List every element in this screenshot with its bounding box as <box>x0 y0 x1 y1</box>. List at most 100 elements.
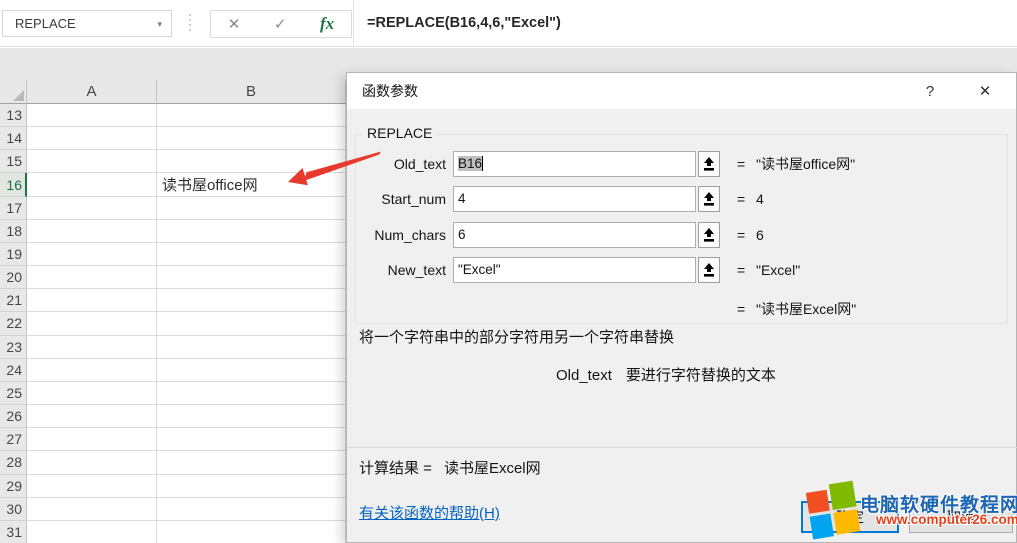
cell-B20[interactable] <box>157 266 346 289</box>
row-header-31[interactable]: 31 <box>0 521 27 543</box>
insert-function-icon[interactable]: fx <box>320 14 334 34</box>
sheet-row-26: 26 <box>0 405 346 428</box>
cancel-entry-icon[interactable]: ✕ <box>228 15 241 33</box>
cell-B19[interactable] <box>157 243 346 266</box>
row-header-14[interactable]: 14 <box>0 127 27 150</box>
start-num-range-picker-button[interactable] <box>698 186 720 212</box>
formula-result: "读书屋Excel网" <box>756 296 856 322</box>
collapse-dialog-icon <box>703 157 715 172</box>
cell-A31[interactable] <box>27 521 157 543</box>
row-header-28[interactable]: 28 <box>0 451 27 474</box>
text-cursor <box>482 156 483 171</box>
cell-A13[interactable] <box>27 104 157 127</box>
cell-B25[interactable] <box>157 382 346 405</box>
cell-A25[interactable] <box>27 382 157 405</box>
chevron-down-icon[interactable]: ▾ <box>157 20 162 29</box>
formula-bar-drag-handle[interactable] <box>189 14 191 31</box>
row-header-19[interactable]: 19 <box>0 243 27 266</box>
cell-A28[interactable] <box>27 451 157 474</box>
old-text-value: B16 <box>458 156 482 171</box>
cell-A23[interactable] <box>27 336 157 359</box>
parameter-name: Old_text <box>556 367 612 384</box>
cell-B13[interactable] <box>157 104 346 127</box>
cell-B28[interactable] <box>157 451 346 474</box>
row-header-26[interactable]: 26 <box>0 405 27 428</box>
cell-B17[interactable] <box>157 197 346 220</box>
cell-B29[interactable] <box>157 475 346 498</box>
column-header-A[interactable]: A <box>27 80 157 104</box>
red-arrow-annotation <box>283 146 383 192</box>
row-header-27[interactable]: 27 <box>0 428 27 451</box>
row-header-21[interactable]: 21 <box>0 289 27 312</box>
cell-A22[interactable] <box>27 312 157 335</box>
column-headers: A B <box>0 80 346 104</box>
dialog-separator <box>347 447 1017 448</box>
sheet-row-31: 31 <box>0 521 346 543</box>
collapse-dialog-icon <box>703 228 715 243</box>
equals-sign: = <box>737 222 751 248</box>
cell-B30[interactable] <box>157 498 346 521</box>
sheet-row-27: 27 <box>0 428 346 451</box>
cell-A18[interactable] <box>27 220 157 243</box>
row-header-17[interactable]: 17 <box>0 197 27 220</box>
cell-A20[interactable] <box>27 266 157 289</box>
start-num-result: 4 <box>756 186 764 212</box>
cell-A26[interactable] <box>27 405 157 428</box>
dialog-close-icon[interactable]: ✕ <box>971 79 999 103</box>
cancel-button[interactable]: 取消 <box>909 501 1013 533</box>
cell-B22[interactable] <box>157 312 346 335</box>
function-description: 将一个字符串中的部分字符用另一个字符串替换 <box>359 326 674 347</box>
cell-A27[interactable] <box>27 428 157 451</box>
cell-A30[interactable] <box>27 498 157 521</box>
dialog-help-icon[interactable]: ? <box>917 79 943 103</box>
row-header-16[interactable]: 16 <box>0 173 27 196</box>
cell-A19[interactable] <box>27 243 157 266</box>
select-all-corner[interactable] <box>0 80 27 104</box>
sheet-row-28: 28 <box>0 451 346 474</box>
row-header-24[interactable]: 24 <box>0 359 27 382</box>
row-header-30[interactable]: 30 <box>0 498 27 521</box>
new-text-label: New_text <box>353 257 446 283</box>
new-text-input[interactable]: "Excel" <box>453 257 696 283</box>
old-text-input[interactable]: B16 <box>453 151 696 177</box>
ok-button[interactable]: 确定 <box>801 501 899 533</box>
sheet-row-13: 13 <box>0 104 346 127</box>
cell-A21[interactable] <box>27 289 157 312</box>
parameter-help-text: 要进行字符替换的文本 <box>626 367 776 384</box>
num-chars-range-picker-button[interactable] <box>698 222 720 248</box>
cell-B27[interactable] <box>157 428 346 451</box>
num-chars-input[interactable]: 6 <box>453 222 696 248</box>
enter-entry-icon[interactable]: ✓ <box>274 15 287 33</box>
num-chars-result: 6 <box>756 222 764 248</box>
cell-B23[interactable] <box>157 336 346 359</box>
cell-B18[interactable] <box>157 220 346 243</box>
column-header-B[interactable]: B <box>157 80 346 104</box>
new-text-range-picker-button[interactable] <box>698 257 720 283</box>
cell-A15[interactable] <box>27 150 157 173</box>
cell-B21[interactable] <box>157 289 346 312</box>
row-header-20[interactable]: 20 <box>0 266 27 289</box>
name-box[interactable]: REPLACE ▾ <box>2 10 172 37</box>
cell-A29[interactable] <box>27 475 157 498</box>
row-header-23[interactable]: 23 <box>0 336 27 359</box>
dialog-titlebar[interactable]: 函数参数 <box>347 73 1016 109</box>
old-text-range-picker-button[interactable] <box>698 151 720 177</box>
cell-A16[interactable] <box>27 173 157 196</box>
row-header-29[interactable]: 29 <box>0 475 27 498</box>
cell-B26[interactable] <box>157 405 346 428</box>
formula-input[interactable]: =REPLACE(B16,4,6,"Excel") <box>353 0 1017 46</box>
row-header-18[interactable]: 18 <box>0 220 27 243</box>
row-header-13[interactable]: 13 <box>0 104 27 127</box>
equals-sign: = <box>737 186 751 212</box>
cell-B24[interactable] <box>157 359 346 382</box>
function-help-link[interactable]: 有关该函数的帮助(H) <box>359 502 500 523</box>
cell-A17[interactable] <box>27 197 157 220</box>
row-header-22[interactable]: 22 <box>0 312 27 335</box>
row-header-15[interactable]: 15 <box>0 150 27 173</box>
row-header-25[interactable]: 25 <box>0 382 27 405</box>
cell-A24[interactable] <box>27 359 157 382</box>
start-num-input[interactable]: 4 <box>453 186 696 212</box>
sheet-row-22: 22 <box>0 312 346 335</box>
cell-A14[interactable] <box>27 127 157 150</box>
cell-B31[interactable] <box>157 521 346 543</box>
